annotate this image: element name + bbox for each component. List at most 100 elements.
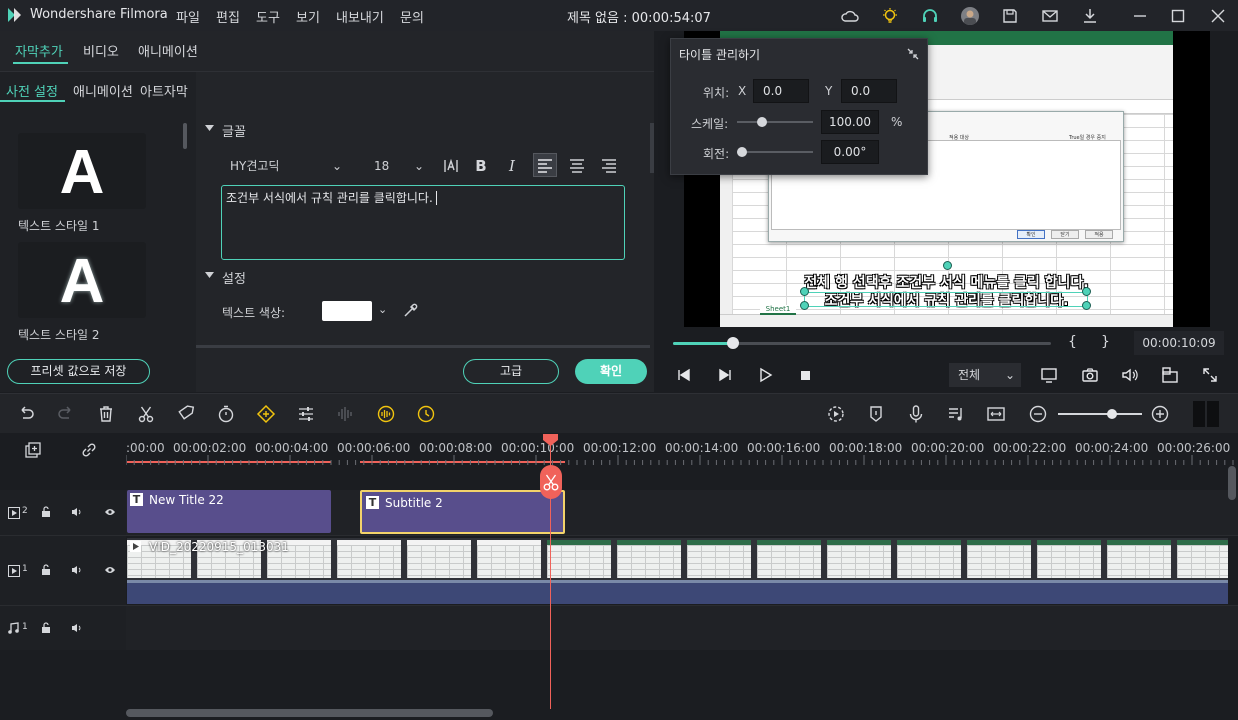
subtitle-text-input[interactable]: 조건부 서식에서 규칙 관리를 클릭합니다.	[221, 185, 625, 260]
volume-icon[interactable]	[1121, 366, 1139, 384]
menu-tools[interactable]: 도구	[256, 7, 280, 26]
minimize-icon[interactable]	[1131, 7, 1149, 25]
rotate-slider[interactable]	[737, 147, 813, 157]
undo-icon[interactable]	[16, 404, 36, 424]
mark-out-button[interactable]: }	[1101, 334, 1110, 350]
tab-animation[interactable]: 애니메이션	[138, 41, 198, 60]
pip-icon[interactable]	[1161, 366, 1179, 384]
zoom-slider[interactable]	[1058, 409, 1142, 419]
menu-file[interactable]: 파일	[176, 7, 200, 26]
timeline-vertical-scrollbar[interactable]	[1228, 466, 1236, 500]
cloud-icon[interactable]	[841, 7, 859, 25]
settings-section-caret-icon[interactable]	[205, 271, 214, 280]
subtab-presets[interactable]: 사전 설정	[6, 81, 58, 100]
delete-icon[interactable]	[96, 404, 116, 424]
play-pause-icon[interactable]	[717, 367, 733, 383]
subtab-art-title[interactable]: 아트자막	[140, 81, 188, 100]
collapse-icon[interactable]	[906, 47, 920, 61]
text-color-swatch[interactable]	[322, 301, 372, 321]
lock-icon[interactable]	[40, 564, 52, 576]
speed-timer-icon[interactable]	[216, 404, 236, 424]
zoom-out-icon[interactable]	[1028, 404, 1048, 424]
add-track-icon[interactable]	[24, 441, 42, 459]
zoom-slider-knob[interactable]	[1107, 409, 1117, 419]
mark-in-button[interactable]: {	[1068, 334, 1077, 350]
auto-reframe-icon[interactable]	[416, 404, 436, 424]
mute-icon[interactable]	[71, 622, 83, 634]
resize-handle-bottom-left[interactable]	[800, 301, 809, 310]
play-icon[interactable]	[757, 367, 773, 383]
playback-progress-track[interactable]	[673, 337, 1051, 349]
position-y-input[interactable]: 0.0	[841, 79, 897, 103]
zoom-in-icon[interactable]	[1150, 404, 1170, 424]
scale-input[interactable]: 100.00	[821, 110, 879, 134]
marker-icon[interactable]	[866, 404, 886, 424]
eye-icon[interactable]	[104, 565, 116, 575]
rotate-input[interactable]: 0.00°	[821, 140, 879, 164]
fullscreen-icon[interactable]	[1201, 366, 1219, 384]
title-clip-subtitle-2[interactable]: T Subtitle 2	[360, 490, 565, 534]
split-scissors-button[interactable]	[540, 465, 562, 499]
eyedropper-icon[interactable]	[402, 303, 418, 319]
font-section-caret-icon[interactable]	[205, 124, 214, 133]
preset-thumbnail-2[interactable]: A	[18, 242, 146, 318]
letter-spacing-icon[interactable]	[440, 155, 462, 177]
save-icon[interactable]	[1001, 7, 1019, 25]
italic-button[interactable]: I	[501, 155, 523, 177]
playhead-handle[interactable]	[543, 434, 558, 446]
playback-progress-knob[interactable]	[727, 337, 740, 349]
mute-icon[interactable]	[71, 564, 83, 576]
keyframe-icon[interactable]	[256, 404, 276, 424]
rotate-slider-knob[interactable]	[737, 147, 747, 157]
display-settings-icon[interactable]	[1040, 366, 1058, 384]
resize-handle-bottom-right[interactable]	[1082, 301, 1091, 310]
fit-timeline-icon[interactable]	[986, 404, 1006, 424]
horizontal-scrollbar[interactable]	[196, 345, 650, 348]
align-center-icon[interactable]	[566, 155, 588, 177]
save-preset-button[interactable]: 프리셋 값으로 저장	[7, 359, 150, 384]
maximize-icon[interactable]	[1169, 7, 1187, 25]
snapshot-icon[interactable]	[1081, 366, 1099, 384]
font-size-select[interactable]: 18 ⌄	[364, 155, 428, 177]
microphone-icon[interactable]	[906, 404, 926, 424]
resize-handle-top-left[interactable]	[800, 287, 809, 296]
redo-icon[interactable]	[56, 404, 76, 424]
cut-icon[interactable]	[136, 404, 156, 424]
resize-handle-top-right[interactable]	[1082, 287, 1091, 296]
stop-icon[interactable]	[797, 367, 813, 383]
mute-icon[interactable]	[71, 506, 83, 518]
audio-waveform-icon[interactable]	[336, 404, 356, 424]
rotate-handle[interactable]	[943, 261, 952, 270]
avatar[interactable]	[961, 7, 979, 25]
mail-icon[interactable]	[1041, 7, 1059, 25]
scale-slider[interactable]	[737, 117, 813, 127]
voiceover-list-icon[interactable]	[946, 404, 966, 424]
close-icon[interactable]	[1209, 7, 1227, 25]
headset-icon[interactable]	[921, 7, 939, 25]
download-icon[interactable]	[1081, 7, 1099, 25]
menu-help[interactable]: 문의	[400, 7, 424, 26]
lock-icon[interactable]	[40, 622, 52, 634]
preset-scrollbar[interactable]	[183, 123, 187, 149]
timeline-horizontal-scrollbar[interactable]	[126, 709, 493, 717]
video-clip[interactable]: VID_20220915_013031	[127, 538, 1228, 604]
align-right-icon[interactable]	[598, 155, 620, 177]
auto-sync-icon[interactable]	[376, 404, 396, 424]
subtitle-bounding-box[interactable]	[804, 292, 1088, 307]
adjust-icon[interactable]	[296, 404, 316, 424]
tab-titles[interactable]: 자막추가	[15, 41, 63, 60]
bulb-icon[interactable]	[881, 7, 899, 25]
eye-icon[interactable]	[104, 507, 116, 517]
menu-edit[interactable]: 편집	[216, 7, 240, 26]
menu-view[interactable]: 보기	[296, 7, 320, 26]
timeline-ruler[interactable]: :00:00 00:00:02:00 00:00:04:00 00:00:06:00 0…	[0, 433, 1238, 466]
render-preview-icon[interactable]	[826, 404, 846, 424]
ok-button[interactable]: 확인	[575, 359, 647, 384]
font-family-select[interactable]: HY견고딕 ⌄	[222, 155, 346, 177]
advanced-button[interactable]: 고급	[463, 359, 559, 384]
align-left-button[interactable]	[533, 153, 557, 177]
chevron-down-icon[interactable]: ⌄	[378, 303, 387, 316]
link-icon[interactable]	[80, 441, 98, 459]
lock-icon[interactable]	[40, 506, 52, 518]
scale-slider-knob[interactable]	[756, 117, 767, 127]
